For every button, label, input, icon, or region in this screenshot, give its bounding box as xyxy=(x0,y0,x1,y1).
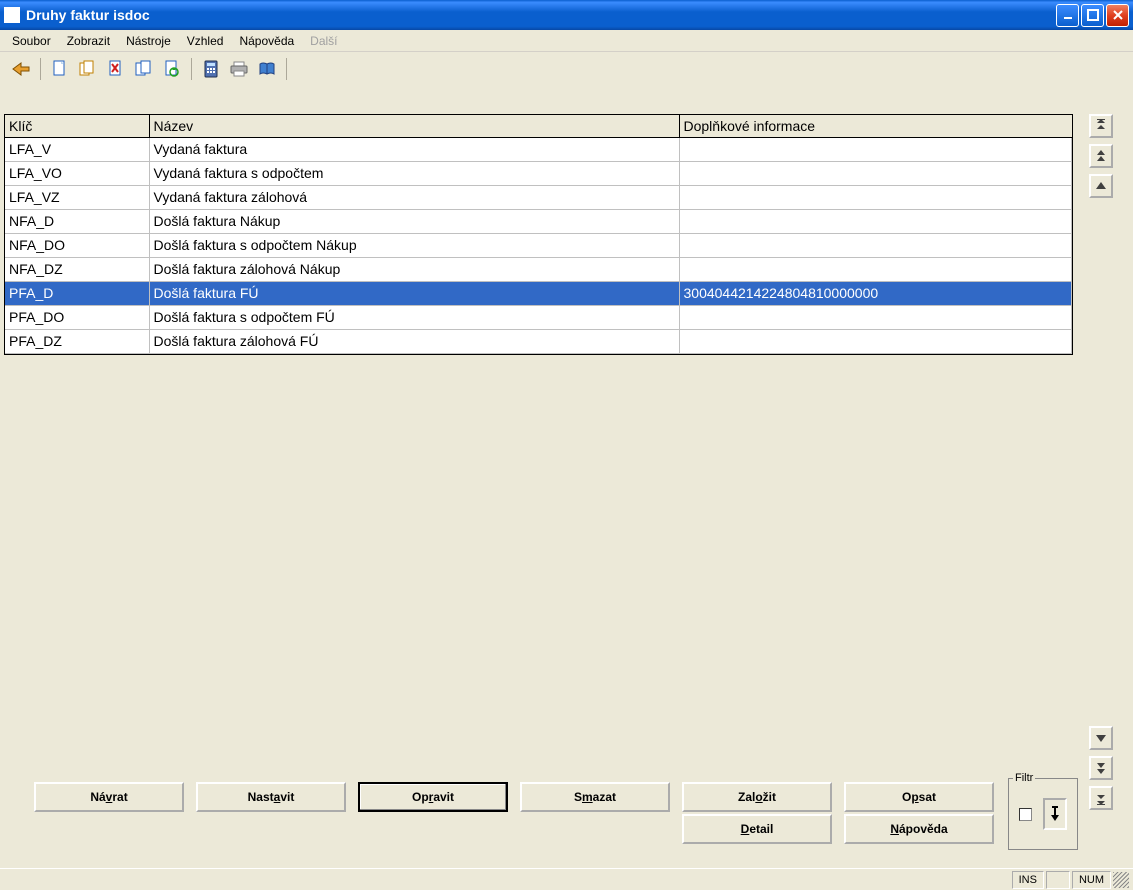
cell-name: Došlá faktura s odpočtem Nákup xyxy=(149,233,679,257)
back-icon[interactable] xyxy=(8,56,34,82)
cell-name: Vydaná faktura s odpočtem xyxy=(149,161,679,185)
cell-key: PFA_DZ xyxy=(5,329,149,353)
cell-info: 3004044214224804810000000 xyxy=(679,281,1072,305)
cell-name: Vydaná faktura zálohová xyxy=(149,185,679,209)
table-row[interactable]: NFA_DDošlá faktura Nákup xyxy=(5,209,1072,233)
cell-info xyxy=(679,233,1072,257)
minimize-button[interactable] xyxy=(1056,4,1079,27)
status-ins: INS xyxy=(1012,871,1044,889)
menu-zobrazit[interactable]: Zobrazit xyxy=(59,32,118,50)
filtr-group: Filtr xyxy=(1008,778,1078,850)
doc-copy-icon[interactable] xyxy=(75,56,101,82)
menubar: Soubor Zobrazit Nástroje Vzhled Nápověda… xyxy=(0,30,1133,52)
table-row[interactable]: LFA_VZVydaná faktura zálohová xyxy=(5,185,1072,209)
nav-first-icon[interactable] xyxy=(1089,114,1113,138)
cell-info xyxy=(679,161,1072,185)
book-icon[interactable] xyxy=(254,56,280,82)
nav-buttons xyxy=(1089,114,1121,810)
table-row[interactable]: LFA_VVydaná faktura xyxy=(5,137,1072,161)
window-title: Druhy faktur isdoc xyxy=(26,7,1056,23)
table-row[interactable]: LFA_VOVydaná faktura s odpočtem xyxy=(5,161,1072,185)
filtr-button[interactable] xyxy=(1043,798,1067,830)
maximize-button[interactable] xyxy=(1081,4,1104,27)
titlebar: Druhy faktur isdoc xyxy=(0,0,1133,30)
detail-button[interactable]: Detail xyxy=(682,814,832,844)
close-button[interactable] xyxy=(1106,4,1129,27)
statusbar: INS NUM xyxy=(0,868,1133,890)
cell-name: Došlá faktura FÚ xyxy=(149,281,679,305)
print-icon[interactable] xyxy=(226,56,252,82)
toolbar xyxy=(0,52,1133,86)
cell-name: Vydaná faktura xyxy=(149,137,679,161)
doc-edit-icon[interactable] xyxy=(131,56,157,82)
cell-key: LFA_VO xyxy=(5,161,149,185)
col-header-name[interactable]: Název xyxy=(149,115,679,137)
col-header-info[interactable]: Doplňkové informace xyxy=(679,115,1072,137)
cell-key: NFA_DZ xyxy=(5,257,149,281)
app-icon xyxy=(4,7,20,23)
cell-info xyxy=(679,329,1072,353)
cell-name: Došlá faktura zálohová FÚ xyxy=(149,329,679,353)
smazat-button[interactable]: Smazat xyxy=(520,782,670,812)
napoveda-button[interactable]: Nápověda xyxy=(844,814,994,844)
table-row[interactable]: PFA_DDošlá faktura FÚ3004044214224804810… xyxy=(5,281,1072,305)
table-row[interactable]: PFA_DZDošlá faktura zálohová FÚ xyxy=(5,329,1072,353)
menu-napoveda[interactable]: Nápověda xyxy=(231,32,302,50)
cell-info xyxy=(679,209,1072,233)
cell-name: Došlá faktura zálohová Nákup xyxy=(149,257,679,281)
cell-key: PFA_D xyxy=(5,281,149,305)
data-grid[interactable]: Klíč Název Doplňkové informace LFA_VVyda… xyxy=(4,114,1073,355)
opravit-button[interactable]: Opravit xyxy=(358,782,508,812)
nav-up-icon[interactable] xyxy=(1089,174,1113,198)
table-row[interactable]: NFA_DZDošlá faktura zálohová Nákup xyxy=(5,257,1072,281)
col-header-key[interactable]: Klíč xyxy=(5,115,149,137)
nastavit-button[interactable]: Nastavit xyxy=(196,782,346,812)
content-area: Klíč Název Doplňkové informace LFA_VVyda… xyxy=(4,86,1129,828)
bottom-panel: Návrat Nastavit Opravit Smazat Založit O… xyxy=(0,774,1133,860)
table-row[interactable]: PFA_DODošlá faktura s odpočtem FÚ xyxy=(5,305,1072,329)
menu-nastroje[interactable]: Nástroje xyxy=(118,32,179,50)
nav-down-icon[interactable] xyxy=(1089,726,1113,750)
filtr-checkbox[interactable] xyxy=(1019,808,1032,821)
cell-info xyxy=(679,185,1072,209)
nav-pageup-icon[interactable] xyxy=(1089,144,1113,168)
cell-name: Došlá faktura Nákup xyxy=(149,209,679,233)
cell-key: NFA_D xyxy=(5,209,149,233)
filtr-label: Filtr xyxy=(1013,772,1035,784)
menu-vzhled[interactable]: Vzhled xyxy=(179,32,232,50)
doc-delete-icon[interactable] xyxy=(103,56,129,82)
calc-icon[interactable] xyxy=(198,56,224,82)
resize-grip-icon[interactable] xyxy=(1113,872,1129,888)
cell-key: LFA_V xyxy=(5,137,149,161)
cell-key: NFA_DO xyxy=(5,233,149,257)
cell-key: PFA_DO xyxy=(5,305,149,329)
status-num: NUM xyxy=(1072,871,1111,889)
cell-info xyxy=(679,137,1072,161)
cell-name: Došlá faktura s odpočtem FÚ xyxy=(149,305,679,329)
doc-new-icon[interactable] xyxy=(47,56,73,82)
cell-info xyxy=(679,305,1072,329)
menu-soubor[interactable]: Soubor xyxy=(4,32,59,50)
status-empty xyxy=(1046,871,1070,889)
opsat-button[interactable]: Opsat xyxy=(844,782,994,812)
menu-dalsi: Další xyxy=(302,32,345,50)
navrat-button[interactable]: Návrat xyxy=(34,782,184,812)
cell-key: LFA_VZ xyxy=(5,185,149,209)
cell-info xyxy=(679,257,1072,281)
doc-refresh-icon[interactable] xyxy=(159,56,185,82)
zalozit-button[interactable]: Založit xyxy=(682,782,832,812)
table-row[interactable]: NFA_DODošlá faktura s odpočtem Nákup xyxy=(5,233,1072,257)
